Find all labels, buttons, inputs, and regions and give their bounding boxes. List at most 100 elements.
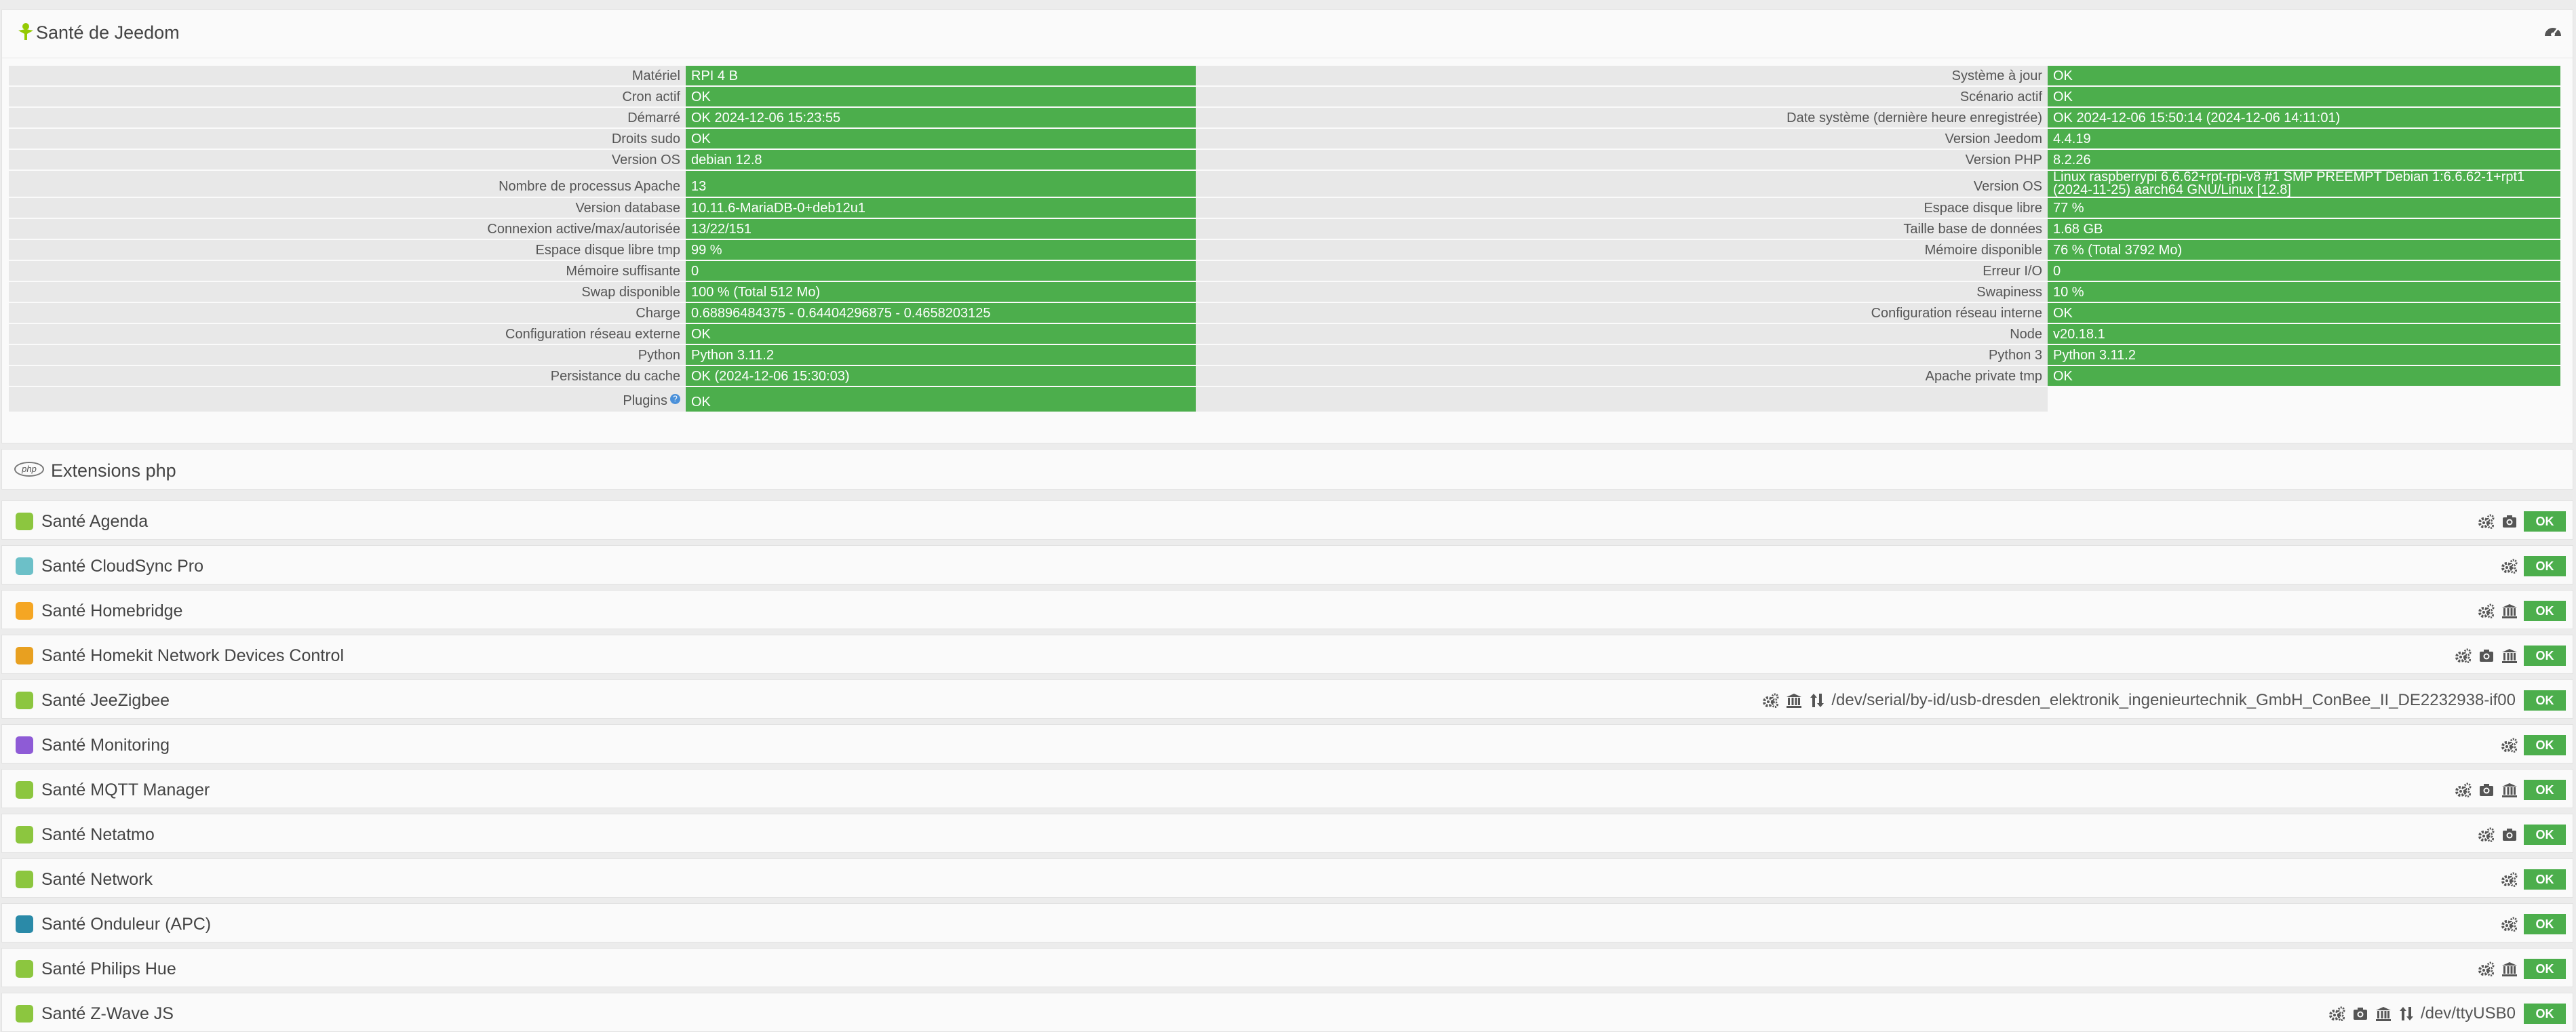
health-label: Date système (dernière heure enregistrée… bbox=[1196, 108, 2048, 127]
plugin-icon bbox=[16, 557, 33, 575]
plugin-row[interactable]: Santé CloudSync Pro OK bbox=[1, 545, 2573, 584]
camera-icon[interactable] bbox=[2478, 647, 2495, 664]
plugin-name[interactable]: Santé MQTT Manager bbox=[41, 780, 210, 800]
health-value: OK bbox=[686, 129, 1196, 148]
plugin-name[interactable]: Santé Philips Hue bbox=[41, 959, 176, 979]
arrows-icon[interactable] bbox=[1808, 692, 1826, 709]
health-row: Cron actif OK Scénario actif OK bbox=[9, 87, 2560, 108]
plugin-icon bbox=[16, 602, 33, 620]
health-value: 77 % bbox=[2048, 198, 2560, 218]
health-row: Mémoire suffisante 0 Erreur I/O 0 bbox=[9, 261, 2560, 282]
plugin-row[interactable]: Santé JeeZigbee/dev/serial/by-id/usb-dre… bbox=[1, 679, 2573, 719]
plugin-name[interactable]: Santé Homebridge bbox=[41, 601, 182, 621]
cogs-icon[interactable] bbox=[2478, 602, 2495, 620]
health-label: Version OS bbox=[9, 150, 686, 170]
bank-icon[interactable] bbox=[2501, 602, 2518, 620]
arrows-icon[interactable] bbox=[2398, 1005, 2415, 1023]
camera-icon[interactable] bbox=[2501, 826, 2518, 844]
health-value: 8.2.26 bbox=[2048, 150, 2560, 170]
cogs-icon[interactable] bbox=[2501, 871, 2518, 888]
plugin-name[interactable]: Santé Z-Wave JS bbox=[41, 1004, 174, 1024]
camera-icon[interactable] bbox=[2351, 1005, 2369, 1023]
cogs-icon[interactable] bbox=[2501, 557, 2518, 575]
health-value: OK bbox=[2048, 66, 2560, 85]
health-value: OK bbox=[686, 324, 1196, 344]
health-label: Version database bbox=[9, 198, 686, 218]
health-row: Espace disque libre tmp 99 % Mémoire dispo… bbox=[9, 240, 2560, 261]
plugin-icon bbox=[16, 736, 33, 754]
camera-icon[interactable] bbox=[2501, 513, 2518, 530]
health-label: Version OS bbox=[1196, 171, 2048, 197]
health-row: Version OS debian 12.8 Version PHP 8.2.26 bbox=[9, 150, 2560, 171]
plugin-row[interactable]: Santé Onduleur (APC) OK bbox=[1, 903, 2573, 942]
plugin-icon bbox=[16, 781, 33, 799]
plugin-actions: OK bbox=[2455, 779, 2566, 801]
cogs-icon[interactable] bbox=[2478, 513, 2495, 530]
bank-icon[interactable] bbox=[1785, 692, 1803, 709]
plugin-actions: OK bbox=[2501, 734, 2566, 756]
health-row: Droits sudo OK Version Jeedom 4.4.19 bbox=[9, 129, 2560, 150]
cogs-icon[interactable] bbox=[1762, 692, 1780, 709]
health-value: 99 % bbox=[686, 240, 1196, 260]
plugin-actions: /dev/ttyUSB0 OK bbox=[2328, 1003, 2566, 1025]
plugin-row[interactable]: Santé Network OK bbox=[1, 858, 2573, 898]
plugin-row[interactable]: Santé Homekit Network Devices Control OK bbox=[1, 635, 2573, 674]
health-value: 4.4.19 bbox=[2048, 129, 2560, 148]
cogs-icon[interactable] bbox=[2478, 960, 2495, 978]
jeedom-logo-icon bbox=[18, 23, 33, 40]
camera-icon[interactable] bbox=[2478, 781, 2495, 799]
cogs-icon[interactable] bbox=[2455, 647, 2472, 664]
bank-icon[interactable] bbox=[2501, 960, 2518, 978]
health-value: 13 bbox=[686, 171, 1196, 197]
plugin-icon bbox=[16, 915, 33, 933]
health-value: OK 2024-12-06 15:50:14 (2024-12-06 14:11… bbox=[2048, 108, 2560, 127]
plugin-row[interactable]: Santé MQTT Manager OK bbox=[1, 769, 2573, 808]
dashboard-gauge-icon[interactable] bbox=[2543, 21, 2563, 41]
health-label: Mémoire suffisante bbox=[9, 261, 686, 281]
plugin-actions: /dev/serial/by-id/usb-dresden_elektronik… bbox=[1762, 690, 2566, 711]
plugin-actions: OK bbox=[2478, 958, 2566, 980]
health-row: Nombre de processus Apache 13 Version OS Li… bbox=[9, 170, 2560, 198]
plugin-row[interactable]: Santé Homebridge OK bbox=[1, 590, 2573, 629]
health-label: Mémoire disponible bbox=[1196, 240, 2048, 260]
health-label: Configuration réseau externe bbox=[9, 324, 686, 344]
plugin-row[interactable]: Santé Z-Wave JS/dev/ttyUSB0 OK bbox=[1, 993, 2573, 1032]
bank-icon[interactable] bbox=[2501, 781, 2518, 799]
plugin-name[interactable]: Santé Monitoring bbox=[41, 736, 170, 755]
help-icon[interactable]: ? bbox=[670, 394, 680, 404]
health-value: OK 2024-12-06 15:23:55 bbox=[686, 108, 1196, 127]
plugin-actions: OK bbox=[2478, 511, 2566, 532]
cogs-icon[interactable] bbox=[2478, 826, 2495, 844]
status-badge: OK bbox=[2524, 556, 2566, 576]
cogs-icon[interactable] bbox=[2328, 1005, 2346, 1023]
empty-value bbox=[2048, 387, 2560, 412]
health-value: debian 12.8 bbox=[686, 150, 1196, 170]
status-badge: OK bbox=[2524, 735, 2566, 755]
section-title: Extensions php bbox=[51, 460, 176, 481]
health-label: Démarré bbox=[9, 108, 686, 127]
plugin-icon bbox=[16, 1005, 33, 1023]
bank-icon[interactable] bbox=[2375, 1005, 2392, 1023]
plugin-row[interactable]: Santé Monitoring OK bbox=[1, 724, 2573, 763]
plugin-row[interactable]: Santé Philips Hue OK bbox=[1, 948, 2573, 987]
plugin-name[interactable]: Santé Network bbox=[41, 870, 153, 890]
plugin-name[interactable]: Santé Netatmo bbox=[41, 825, 155, 845]
health-value: 0 bbox=[686, 261, 1196, 281]
health-value: Python 3.11.2 bbox=[686, 345, 1196, 365]
plugin-name[interactable]: Santé Agenda bbox=[41, 512, 148, 532]
health-label: Espace disque libre bbox=[1196, 198, 2048, 218]
health-label: Espace disque libre tmp bbox=[9, 240, 686, 260]
plugin-row[interactable]: Santé Netatmo OK bbox=[1, 814, 2573, 853]
cogs-icon[interactable] bbox=[2501, 736, 2518, 754]
plugin-name[interactable]: Santé CloudSync Pro bbox=[41, 557, 203, 576]
health-row: Charge 0.68896484375 - 0.64404296875 - 0.… bbox=[9, 303, 2560, 324]
bank-icon[interactable] bbox=[2501, 647, 2518, 664]
plugin-name[interactable]: Santé Homekit Network Devices Control bbox=[41, 646, 344, 666]
plugin-name[interactable]: Santé Onduleur (APC) bbox=[41, 915, 211, 934]
plugins-label-text: Plugins bbox=[623, 393, 667, 408]
cogs-icon[interactable] bbox=[2455, 781, 2472, 799]
cogs-icon[interactable] bbox=[2501, 915, 2518, 933]
status-badge: OK bbox=[2524, 825, 2566, 845]
plugin-row[interactable]: Santé Agenda OK bbox=[1, 500, 2573, 540]
plugin-name[interactable]: Santé JeeZigbee bbox=[41, 691, 170, 711]
